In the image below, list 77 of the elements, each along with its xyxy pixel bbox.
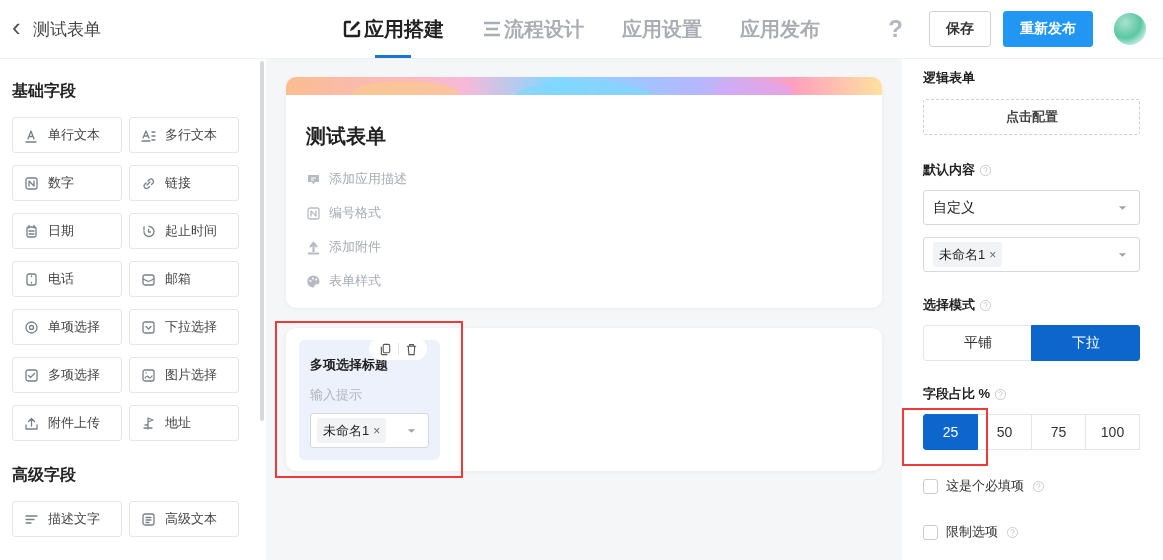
remove-tag-button[interactable]: × <box>373 423 381 438</box>
default-value-select[interactable]: 未命名1 × <box>923 237 1140 272</box>
multi-select[interactable]: 未命名1 × <box>310 413 429 448</box>
field-hint: 输入提示 <box>310 386 363 404</box>
width-option[interactable]: 25 <box>923 414 978 450</box>
app-title: 测试表单 <box>32 18 101 41</box>
field-type-button[interactable]: 单行文本 <box>12 117 122 153</box>
field-type-button[interactable]: 下拉选择 <box>129 309 239 345</box>
section-label: 默认内容 <box>923 161 975 179</box>
caret-icon <box>407 428 416 434</box>
trash-icon[interactable] <box>404 342 418 356</box>
help-icon[interactable] <box>994 387 1008 401</box>
help-icon[interactable] <box>979 163 992 177</box>
field-type-button[interactable]: 高级文本 <box>129 501 239 537</box>
copy-icon[interactable] <box>378 342 392 356</box>
section-label: 逻辑表单 <box>923 69 976 87</box>
avatar-icon[interactable] <box>1113 12 1147 46</box>
back-button[interactable]: ‹ <box>12 14 21 40</box>
checkbox[interactable] <box>923 478 938 494</box>
remove-tag-button[interactable]: × <box>989 247 997 262</box>
checkbox-label: 限制选项 <box>946 523 998 541</box>
section-title: 高级字段 <box>12 465 77 485</box>
section-title: 基础字段 <box>12 81 77 101</box>
field-type-button[interactable]: 附件上传 <box>12 405 122 441</box>
link-field-icon <box>141 175 156 191</box>
field-type-button[interactable]: 描述文字 <box>12 501 122 537</box>
multi-select-field[interactable]: 多项选择标题 输入提示 未命名1 × <box>299 340 440 460</box>
save-button[interactable]: 保存 <box>929 11 991 47</box>
upload-icon <box>306 239 321 255</box>
phone-field-icon <box>24 271 39 287</box>
caret-icon <box>1118 252 1127 258</box>
mode-option[interactable]: 下拉 <box>1031 325 1140 361</box>
upload-field-icon <box>24 415 39 431</box>
address-field-icon <box>141 415 156 431</box>
mail-field-icon <box>141 271 156 287</box>
section-label: 选择模式 <box>923 296 975 314</box>
doc-field-icon <box>141 511 156 527</box>
field-type-button[interactable]: 数字 <box>12 165 122 201</box>
section-label: 字段占比 % <box>923 385 991 403</box>
check-field-icon <box>24 367 39 383</box>
field-type-button[interactable]: 图片选择 <box>129 357 239 393</box>
help-icon[interactable] <box>1032 479 1045 493</box>
field-type-button[interactable]: 多行文本 <box>129 117 239 153</box>
number-icon <box>306 205 321 221</box>
edit-icon <box>342 19 362 39</box>
width-option[interactable]: 75 <box>1031 414 1086 450</box>
scrollbar[interactable] <box>260 61 264 421</box>
checkbox[interactable] <box>923 524 938 540</box>
checkbox-label: 这是个必填项 <box>946 477 1024 495</box>
field-type-button[interactable]: 起止时间 <box>129 213 239 249</box>
mode-option[interactable]: 平铺 <box>923 325 1032 361</box>
date-field-icon <box>24 223 39 239</box>
help-icon[interactable] <box>979 298 992 312</box>
radio-field-icon <box>24 319 39 335</box>
field-type-button[interactable]: 电话 <box>12 261 122 297</box>
selected-tag: 未命名1 × <box>933 242 1003 267</box>
time-field-icon <box>141 223 156 239</box>
dropdown-field-icon <box>141 319 156 335</box>
field-type-button[interactable]: 单项选择 <box>12 309 122 345</box>
configure-button[interactable]: 点击配置 <box>923 99 1140 135</box>
field-type-button[interactable]: 多项选择 <box>12 357 122 393</box>
field-type-button[interactable]: 邮箱 <box>129 261 239 297</box>
lines-icon <box>482 19 502 39</box>
nav-tab[interactable]: 应用搭建 <box>342 0 444 58</box>
field-type-button[interactable]: 日期 <box>12 213 122 249</box>
number-field-icon <box>24 175 39 191</box>
image-field-icon <box>141 367 156 383</box>
help-icon[interactable] <box>1006 525 1019 539</box>
field-title: 多项选择标题 <box>310 356 389 374</box>
width-option[interactable]: 100 <box>1085 414 1140 450</box>
default-select[interactable]: 自定义 <box>923 190 1140 225</box>
field-type-button[interactable]: 链接 <box>129 165 239 201</box>
caret-icon <box>1118 205 1127 211</box>
field-type-button[interactable]: 地址 <box>129 405 239 441</box>
form-title: 测试表单 <box>306 124 387 149</box>
selected-tag: 未命名1 × <box>317 418 387 443</box>
palette-icon <box>306 273 321 289</box>
